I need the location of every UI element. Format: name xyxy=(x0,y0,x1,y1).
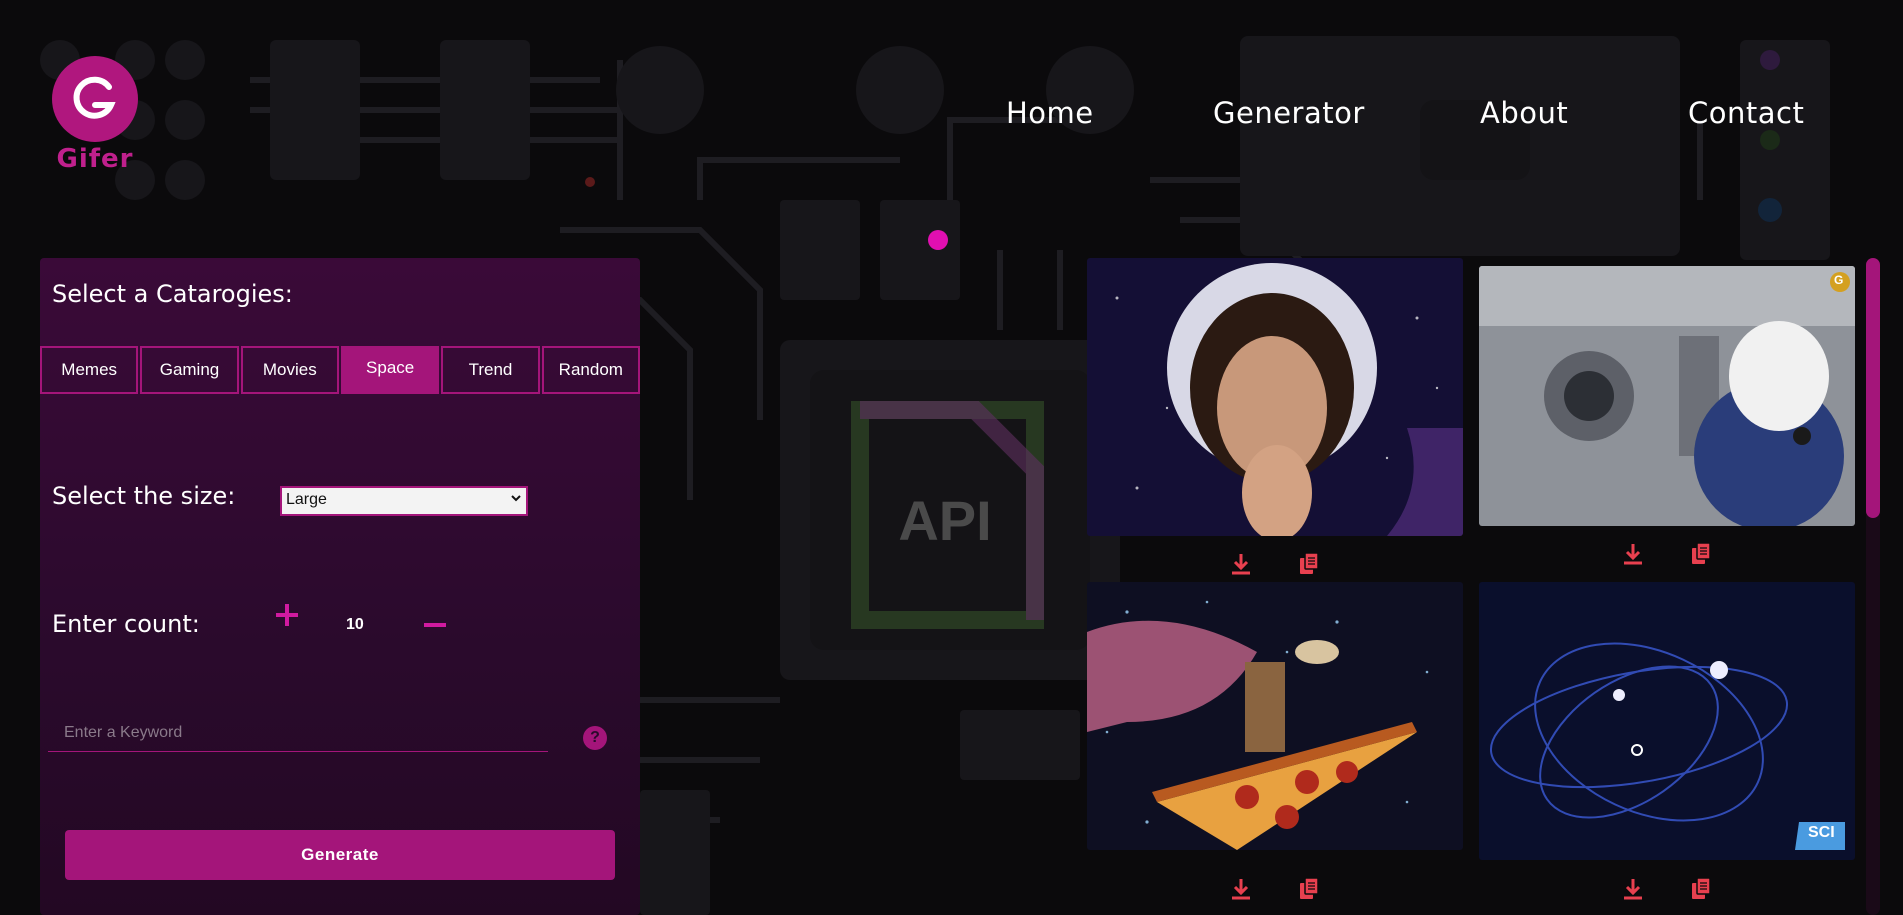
gif-4-actions xyxy=(1618,875,1716,903)
generate-button[interactable]: Generate xyxy=(65,830,615,880)
tab-movies[interactable]: Movies xyxy=(240,346,339,394)
plus-icon[interactable] xyxy=(276,604,298,626)
gif-result-3[interactable] xyxy=(1087,582,1463,850)
count-label: Enter count: xyxy=(52,610,200,638)
size-label: Select the size: xyxy=(52,482,236,510)
category-tabs: Memes Gaming Movies Space Trend Random xyxy=(40,346,640,394)
download-icon[interactable] xyxy=(1618,875,1648,903)
copy-icon[interactable] xyxy=(1294,875,1324,903)
gif-1-actions xyxy=(1226,550,1324,578)
download-icon[interactable] xyxy=(1618,540,1648,568)
copy-icon[interactable] xyxy=(1686,540,1716,568)
gif-result-1[interactable] xyxy=(1087,258,1463,536)
nav-contact[interactable]: Contact xyxy=(1688,96,1804,130)
tab-random[interactable]: Random xyxy=(541,346,640,394)
scrollbar-thumb[interactable] xyxy=(1866,258,1880,518)
chevron-down-icon xyxy=(510,491,522,511)
size-select-value: Large xyxy=(286,491,327,508)
help-icon[interactable]: ? xyxy=(583,726,607,750)
download-icon[interactable] xyxy=(1226,550,1256,578)
categories-title: Select a Catarogies: xyxy=(52,280,293,308)
nav-generator[interactable]: Generator xyxy=(1213,96,1365,130)
gif-badge: G xyxy=(1834,273,1844,287)
copy-icon[interactable] xyxy=(1686,875,1716,903)
api-chip-label: API xyxy=(898,489,991,552)
generator-panel: Select a Catarogies: Memes Gaming Movies… xyxy=(40,258,640,915)
minus-icon[interactable] xyxy=(424,623,446,627)
brand-name: Gifer xyxy=(56,144,134,174)
gif-3-actions xyxy=(1226,875,1324,903)
gif-2-actions xyxy=(1618,540,1716,568)
main-nav: Home Generator About Contact xyxy=(0,96,1903,136)
tab-trend[interactable]: Trend xyxy=(441,346,540,394)
gif-badge: SCI xyxy=(1808,824,1835,841)
results-scrollbar[interactable] xyxy=(1866,258,1880,915)
nav-about[interactable]: About xyxy=(1480,96,1568,130)
keyword-field xyxy=(48,712,566,753)
gif-result-2[interactable]: G xyxy=(1479,266,1855,526)
tab-space[interactable]: Space xyxy=(340,346,440,394)
nav-home[interactable]: Home xyxy=(1006,96,1094,130)
keyword-input[interactable] xyxy=(48,712,566,753)
gif-result-4[interactable]: SCI xyxy=(1479,582,1855,860)
size-select[interactable]: Large xyxy=(280,486,528,516)
decorative-dot xyxy=(928,230,948,250)
download-icon[interactable] xyxy=(1226,875,1256,903)
tab-memes[interactable]: Memes xyxy=(40,346,139,394)
tab-gaming[interactable]: Gaming xyxy=(140,346,239,394)
copy-icon[interactable] xyxy=(1294,550,1324,578)
count-value: 10 xyxy=(346,616,364,633)
